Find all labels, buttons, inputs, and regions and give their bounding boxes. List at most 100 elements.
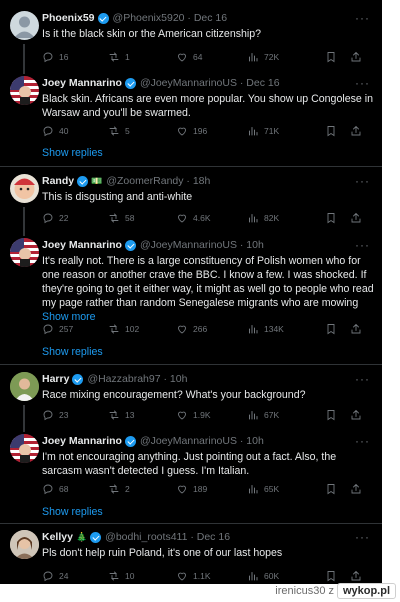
avatar[interactable] [10, 238, 39, 267]
reply-button[interactable]: 24 [42, 569, 68, 583]
share-button[interactable] [350, 482, 362, 496]
more-options-icon[interactable]: ··· [355, 238, 370, 253]
tweet-header: Phoenix59 @Phoenix5920 · Dec 16 [42, 11, 374, 26]
author-name[interactable]: Randy [42, 174, 74, 189]
share-button[interactable] [350, 211, 362, 225]
avatar[interactable] [10, 76, 39, 105]
author-handle[interactable]: @JoeyMannarinoUS · 10h [140, 434, 264, 449]
author-handle[interactable]: @Hazzabrah97 · 10h [87, 372, 187, 387]
reply-icon [42, 125, 54, 137]
views-button[interactable]: 82K [247, 211, 279, 225]
bookmark-icon [325, 125, 337, 137]
views-button[interactable]: 60K [247, 569, 279, 583]
show-replies-link[interactable]: Show replies [42, 505, 103, 519]
repost-icon [108, 212, 120, 224]
share-button[interactable] [350, 50, 362, 64]
show-replies-link[interactable]: Show replies [42, 146, 103, 160]
replies-count: 40 [59, 126, 69, 136]
like-button[interactable]: 196 [176, 124, 207, 138]
share-button[interactable] [350, 322, 362, 336]
reply-button[interactable]: 68 [42, 482, 68, 496]
author-name[interactable]: Harry [42, 372, 69, 387]
repost-icon [108, 483, 120, 495]
avatar[interactable] [10, 174, 39, 203]
author-handle[interactable]: @Phoenix5920 · Dec 16 [113, 11, 228, 26]
verified-badge-icon [72, 374, 84, 385]
repost-button[interactable]: 58 [108, 211, 134, 225]
bookmark-button[interactable] [325, 124, 337, 138]
like-button[interactable]: 64 [176, 50, 202, 64]
reply-button[interactable]: 40 [42, 124, 68, 138]
bookmark-button[interactable] [325, 482, 337, 496]
show-replies-link[interactable]: Show replies [42, 345, 103, 359]
avatar[interactable] [10, 11, 39, 40]
more-options-icon[interactable]: ··· [355, 11, 370, 26]
tweet-actions: 68 2 189 65K [42, 482, 374, 496]
views-button[interactable]: 72K [247, 50, 279, 64]
likes-count: 4.6K [193, 213, 211, 223]
author-handle[interactable]: @bodhi_roots411 · Dec 16 [105, 530, 230, 545]
views-button[interactable]: 65K [247, 482, 279, 496]
avatar[interactable] [10, 372, 39, 401]
tweet-text: Race mixing encouragement? What's your b… [42, 389, 306, 401]
reply-button[interactable]: 16 [42, 50, 68, 64]
repost-button[interactable]: 13 [108, 408, 134, 422]
views-button[interactable]: 71K [247, 124, 279, 138]
repost-button[interactable]: 1 [108, 50, 130, 64]
repost-button[interactable]: 2 [108, 482, 130, 496]
verified-badge-icon [90, 532, 102, 543]
photo-avatar-image [10, 372, 39, 401]
like-button[interactable]: 189 [176, 482, 207, 496]
author-name[interactable]: Kellyy [42, 530, 73, 545]
author-name[interactable]: Phoenix59 [42, 11, 95, 26]
reposts-count: 5 [125, 126, 130, 136]
reposts-count: 58 [125, 213, 135, 223]
heart-icon [176, 570, 188, 582]
like-button[interactable]: 1.1K [176, 569, 211, 583]
share-icon [350, 409, 362, 421]
reply-button[interactable]: 257 [42, 322, 73, 336]
bookmark-button[interactable] [325, 322, 337, 336]
bookmark-button[interactable] [325, 408, 337, 422]
repost-button[interactable]: 102 [108, 322, 139, 336]
author-name[interactable]: Joey Mannarino [42, 76, 122, 91]
likes-count: 1.1K [193, 571, 211, 581]
author-handle[interactable]: @JoeyMannarinoUS · 10h [140, 238, 264, 253]
avatar[interactable] [10, 434, 39, 463]
views-button[interactable]: 134K [247, 322, 284, 336]
reply-button[interactable]: 22 [42, 211, 68, 225]
more-options-icon[interactable]: ··· [355, 530, 370, 545]
views-button[interactable]: 67K [247, 408, 279, 422]
repost-button[interactable]: 10 [108, 569, 134, 583]
author-name[interactable]: Joey Mannarino [42, 238, 122, 253]
thread-line [23, 405, 25, 432]
share-button[interactable] [350, 408, 362, 422]
like-button[interactable]: 4.6K [176, 211, 211, 225]
analytics-icon [247, 483, 259, 495]
like-button[interactable]: 1.9K [176, 408, 211, 422]
more-options-icon[interactable]: ··· [355, 434, 370, 449]
more-options-icon[interactable]: ··· [355, 372, 370, 387]
repost-button[interactable]: 5 [108, 124, 130, 138]
tweet-text: I'm not encouraging anything. Just point… [42, 451, 337, 477]
author-handle[interactable]: @JoeyMannarinoUS · Dec 16 [140, 76, 280, 91]
more-options-icon[interactable]: ··· [355, 76, 370, 91]
verified-badge-icon [124, 436, 136, 447]
repost-icon [108, 125, 120, 137]
share-button[interactable] [350, 124, 362, 138]
divider [0, 166, 382, 167]
author-name[interactable]: Joey Mannarino [42, 434, 122, 449]
tweet-actions: 257 102 266 134K [42, 322, 374, 336]
page: Phoenix59 @Phoenix5920 · Dec 16 ··· Is i… [0, 0, 400, 602]
wykop-logo: wykop.pl [336, 583, 396, 599]
reply-button[interactable]: 23 [42, 408, 68, 422]
bookmark-button[interactable] [325, 50, 337, 64]
like-button[interactable]: 266 [176, 322, 207, 336]
author-handle[interactable]: @ZoomerRandy · 18h [106, 174, 210, 189]
avatar[interactable] [10, 530, 39, 559]
more-options-icon[interactable]: ··· [355, 174, 370, 189]
reply-icon [42, 51, 54, 63]
views-count: 134K [264, 324, 284, 334]
analytics-icon [247, 125, 259, 137]
bookmark-button[interactable] [325, 211, 337, 225]
